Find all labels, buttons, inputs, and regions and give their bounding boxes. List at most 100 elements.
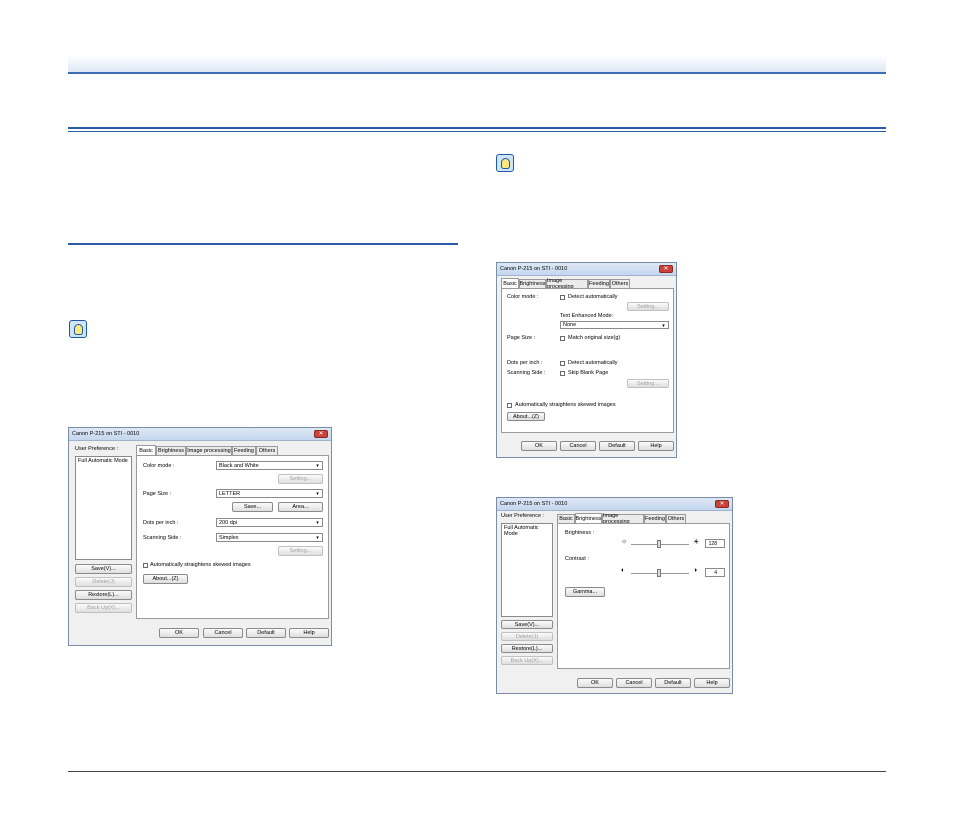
scanner-dialog-brightness: Canon P-215 on STI - 0010 ✕ User Prefere… (496, 497, 733, 694)
match-size-checkbox[interactable] (560, 336, 565, 341)
title-rule-top (68, 127, 886, 129)
cancel-button[interactable]: Cancel (203, 628, 243, 638)
side-setting-button[interactable]: Setting... (627, 379, 669, 388)
text-enhanced-select[interactable]: None ▾ (560, 321, 669, 329)
header-rule (68, 72, 886, 74)
list-item[interactable]: Full Automatic Mode (78, 458, 129, 464)
dpi-select[interactable]: 200 dpi ▾ (216, 518, 323, 527)
detect-auto-color-label: Detect automatically (568, 294, 618, 300)
tab-feeding[interactable]: Feeding (644, 514, 666, 523)
cancel-button[interactable]: Cancel (560, 441, 596, 451)
restore-preference-button[interactable]: Restore(L)... (501, 644, 553, 653)
scanning-side-select[interactable]: Simplex ▾ (216, 533, 323, 542)
tab-others[interactable]: Others (610, 279, 630, 288)
chevron-down-icon: ▾ (316, 535, 319, 541)
tab-brightness[interactable]: Brightness (156, 446, 186, 455)
color-mode-select[interactable]: Black and White ▾ (216, 461, 323, 470)
color-setting-button[interactable]: Setting... (627, 302, 669, 311)
brightness-high-icon: ☀ (693, 539, 700, 546)
footer-rule (68, 771, 886, 772)
tab-image-processing[interactable]: Image processing (602, 513, 644, 525)
help-button[interactable]: Help (694, 678, 730, 688)
default-button[interactable]: Default (246, 628, 286, 638)
ok-button[interactable]: OK (577, 678, 613, 688)
hint-icon (496, 154, 514, 172)
restore-preference-button[interactable]: Restore(L)... (75, 590, 132, 600)
dpi-label: Dots per inch : (143, 520, 179, 526)
gamma-button[interactable]: Gamma... (565, 587, 605, 597)
hint-icon (69, 320, 87, 338)
user-preference-label: User Preference : (75, 446, 119, 452)
tab-basic[interactable]: Basic (501, 278, 519, 288)
delete-preference-button[interactable]: Delete(J) (75, 577, 132, 587)
tab-image-processing[interactable]: Image processing (546, 278, 588, 290)
text-enhanced-label: Text Enhanced Mode: (560, 313, 614, 319)
chevron-down-icon: ▾ (316, 491, 319, 497)
save-preference-button[interactable]: Save(V)... (75, 564, 132, 574)
straighten-checkbox[interactable] (143, 563, 148, 568)
color-setting-button[interactable]: Setting... (278, 474, 323, 484)
about-button[interactable]: About...(Z) (143, 574, 188, 584)
detect-auto-dpi-checkbox[interactable] (560, 361, 565, 366)
cancel-button[interactable]: Cancel (616, 678, 652, 688)
text-enhanced-value: None (563, 322, 577, 328)
save-preference-button[interactable]: Save(V)... (501, 620, 553, 629)
help-button[interactable]: Help (289, 628, 329, 638)
tab-brightness[interactable]: Brightness (575, 513, 602, 523)
scanning-side-value: Simplex (219, 534, 239, 541)
scanner-dialog-basic-simple: Canon P-215 on STI - 0010 ✕ Basic Bright… (496, 262, 677, 458)
default-button[interactable]: Default (655, 678, 691, 688)
backup-preference-button[interactable]: Back Up(X)... (501, 656, 553, 665)
contrast-low-icon: ◐ (621, 567, 626, 574)
tab-others[interactable]: Others (666, 514, 686, 523)
tab-basic[interactable]: Basic (557, 514, 575, 523)
chevron-down-icon: ▾ (316, 520, 319, 526)
dialog-titlebar: Canon P-215 on STI - 0010 ✕ (497, 498, 732, 511)
scanning-side-label: Scanning Side : (143, 535, 182, 541)
list-item[interactable]: Full Automatic Mode (504, 525, 550, 537)
tab-brightness[interactable]: Brightness (519, 279, 546, 288)
tab-image-processing[interactable]: Image processing (186, 446, 232, 455)
contrast-slider-thumb[interactable] (657, 569, 661, 577)
about-button[interactable]: About...(Z) (507, 412, 545, 421)
area-button[interactable]: Area... (278, 502, 323, 512)
dialog-title: Canon P-215 on STI - 0010 (500, 501, 568, 507)
side-setting-button[interactable]: Setting... (278, 546, 323, 556)
chevron-down-icon: ▾ (662, 323, 665, 329)
contrast-label: Contrast : (565, 556, 589, 562)
ok-button[interactable]: OK (521, 441, 557, 451)
default-button[interactable]: Default (599, 441, 635, 451)
contrast-spinner[interactable]: 4 (705, 568, 725, 577)
delete-preference-button[interactable]: Delete(J) (501, 632, 553, 641)
chevron-down-icon: ▾ (316, 463, 319, 469)
backup-preference-button[interactable]: Back Up(X)... (75, 603, 132, 613)
user-preference-list[interactable]: Full Automatic Mode (501, 523, 553, 617)
match-size-label: Match original size(g) (568, 335, 621, 341)
close-icon[interactable]: ✕ (314, 430, 328, 438)
straighten-checkbox[interactable] (507, 403, 512, 408)
tab-others[interactable]: Others (256, 446, 278, 455)
contrast-high-icon: ◑ (693, 567, 698, 574)
brightness-spinner[interactable]: 128 (705, 539, 725, 548)
dialog-title: Canon P-215 on STI - 0010 (500, 266, 568, 272)
close-icon[interactable]: ✕ (659, 265, 673, 273)
close-icon[interactable]: ✕ (715, 500, 729, 508)
ok-button[interactable]: OK (159, 628, 199, 638)
scanner-dialog-basic: Canon P-215 on STI - 0010 ✕ User Prefere… (68, 427, 332, 646)
dpi-value: 200 dpi (219, 519, 238, 526)
page-size-select[interactable]: LETTER ▾ (216, 489, 323, 498)
brightness-slider-thumb[interactable] (657, 540, 661, 548)
user-preference-list[interactable]: Full Automatic Mode (75, 456, 132, 560)
help-button[interactable]: Help (638, 441, 674, 451)
detect-auto-color-checkbox[interactable] (560, 295, 565, 300)
tab-basic[interactable]: Basic (136, 445, 156, 455)
straighten-label: Automatically straightens skewed images (150, 562, 251, 568)
brightness-low-icon: ☼ (621, 538, 628, 545)
save-size-button[interactable]: Save... (232, 502, 273, 512)
scanning-side-label: Scanning Side : (507, 370, 546, 376)
skip-blank-checkbox[interactable] (560, 371, 565, 376)
tab-feeding[interactable]: Feeding (588, 279, 610, 288)
title-rule-bottom (68, 131, 886, 132)
page-size-value: LETTER (219, 490, 241, 497)
tab-feeding[interactable]: Feeding (232, 446, 256, 455)
